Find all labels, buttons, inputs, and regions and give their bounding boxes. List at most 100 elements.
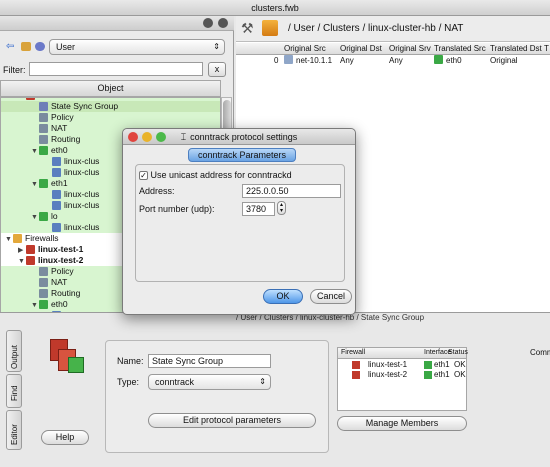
- tab-conntrack-parameters[interactable]: conntrack Parameters: [188, 148, 296, 162]
- select-arrows-icon: ⇕: [213, 42, 220, 51]
- port-stepper[interactable]: ▴ ▾: [277, 201, 286, 215]
- tree-row-label: eth1: [51, 178, 68, 188]
- unicast-option[interactable]: ✓ Use unicast address for conntrackd: [139, 170, 292, 181]
- members-header: Firewall Interface Status: [338, 348, 468, 359]
- tree-column-header[interactable]: Object: [0, 80, 221, 97]
- user-library-icon: [35, 42, 45, 51]
- tree-row-label: NAT: [51, 123, 68, 133]
- comment-label: Comm: [530, 348, 550, 357]
- rule-translated-dst[interactable]: Original: [490, 55, 518, 67]
- tab-find[interactable]: Find: [6, 374, 22, 408]
- back-arrow-icon[interactable]: ⇦: [6, 41, 14, 52]
- library-select-value: User: [56, 42, 76, 52]
- type-label: Type:: [117, 377, 140, 387]
- tree-row-label: Routing: [51, 288, 81, 298]
- tab-output[interactable]: Output: [6, 330, 22, 372]
- filter-clear-button[interactable]: x: [208, 62, 226, 77]
- firewall-icon: [26, 256, 35, 266]
- filter-label: Filter:: [3, 65, 26, 75]
- col-translated-dst[interactable]: Translated Dst: [490, 43, 542, 55]
- rule-original-dst[interactable]: Any: [340, 55, 354, 67]
- tree-row-label: lo: [51, 211, 58, 221]
- help-button[interactable]: Help: [41, 430, 89, 445]
- col-status[interactable]: Status: [448, 349, 468, 356]
- conntrack-settings-dialog: ⌶ conntrack protocol settings conntrack P…: [122, 128, 356, 315]
- col-original-srv[interactable]: Original Srv: [389, 43, 431, 55]
- rule-original-srv[interactable]: Any: [389, 55, 403, 67]
- group-icon: [39, 102, 48, 112]
- parameters-group: ✓ Use unicast address for conntrackd Add…: [135, 164, 345, 282]
- col-translated-src[interactable]: Translated Src: [434, 43, 486, 55]
- tree-row-label: linux-clus: [64, 167, 100, 177]
- app-icon: ⌶: [180, 132, 187, 142]
- object-editor: Name: State Sync Group Type: conntrack ⇕…: [105, 340, 329, 453]
- folder-icon: [13, 234, 22, 244]
- cancel-button[interactable]: Cancel: [310, 289, 352, 304]
- member-firewall: linux-test-2: [368, 370, 408, 379]
- col-firewall[interactable]: Firewall: [341, 349, 365, 356]
- port-input[interactable]: 3780: [242, 202, 275, 216]
- members-table[interactable]: Firewall Interface Status linux-test-1 e…: [337, 347, 468, 411]
- member-interface: eth1: [434, 370, 450, 379]
- col-original-src[interactable]: Original Src: [284, 43, 326, 55]
- filter-row: Filter: x: [0, 62, 234, 78]
- iface-icon: [39, 300, 48, 310]
- library-select[interactable]: User ⇕: [49, 39, 225, 55]
- col-original-dst[interactable]: Original Dst: [340, 43, 382, 55]
- dialog-title: conntrack protocol settings: [190, 132, 298, 142]
- tree-pane-header: [0, 16, 234, 31]
- tree-row-label: eth0: [51, 145, 68, 155]
- firewall-icon: [352, 361, 360, 369]
- select-arrows-icon: ⇕: [259, 377, 266, 386]
- policy-icon: [39, 278, 48, 288]
- tab-editor[interactable]: Editor: [6, 410, 22, 450]
- nat-table-header: Original Src Original Dst Original Srv T…: [236, 43, 550, 55]
- nat-rule-row[interactable]: 0 net-10.1.1 Any Any eth0 Original: [236, 55, 550, 67]
- tree-row-label: Policy: [51, 112, 74, 122]
- rule-translated-src[interactable]: eth0: [446, 55, 462, 67]
- addr-icon: [52, 223, 61, 233]
- tree-row-label: Policy: [51, 266, 74, 276]
- interface-icon: [424, 361, 432, 369]
- tree-row[interactable]: Policy: [1, 112, 220, 123]
- policy-icon: [39, 124, 48, 134]
- window-title: clusters.fwb: [251, 3, 299, 13]
- member-row[interactable]: linux-test-2 eth1 OK: [338, 370, 466, 380]
- close-pane-icon[interactable]: [218, 18, 228, 28]
- type-select[interactable]: conntrack ⇕: [148, 374, 271, 390]
- interface-icon: [424, 371, 432, 379]
- tree-row-label: eth0: [51, 299, 68, 309]
- cluster-icon: [26, 98, 35, 101]
- member-row[interactable]: linux-test-1 eth1 OK: [338, 360, 466, 370]
- tree-row-label: NAT: [51, 277, 68, 287]
- edit-protocol-parameters-button[interactable]: Edit protocol parameters: [148, 413, 316, 428]
- float-pane-icon[interactable]: [203, 18, 213, 28]
- zoom-icon[interactable]: [156, 132, 166, 142]
- tree-row-label: linux-cluster-hb: [38, 98, 102, 100]
- library-icon: [21, 42, 31, 51]
- minimize-icon[interactable]: [142, 132, 152, 142]
- window-titlebar: clusters.fwb: [0, 0, 550, 16]
- ok-button[interactable]: OK: [263, 289, 303, 304]
- member-firewall: linux-test-1: [368, 360, 408, 369]
- filter-input[interactable]: [29, 62, 203, 76]
- hammer-icon[interactable]: ⚒: [241, 20, 257, 36]
- addr-icon: [52, 190, 61, 200]
- tree-row-label: linux-clus: [64, 156, 100, 166]
- manage-members-button[interactable]: Manage Members: [337, 416, 467, 431]
- tree-row-label: Routing: [51, 134, 81, 144]
- close-icon[interactable]: [128, 132, 138, 142]
- addr-icon: [52, 201, 61, 211]
- unicast-checkbox[interactable]: ✓: [139, 171, 148, 181]
- install-icon[interactable]: [262, 20, 278, 36]
- rule-original-src[interactable]: net-10.1.1: [296, 55, 332, 67]
- address-input[interactable]: 225.0.0.50: [242, 184, 341, 198]
- name-input[interactable]: State Sync Group: [148, 354, 271, 368]
- tree-row[interactable]: State Sync Group: [1, 101, 220, 112]
- col-truncated[interactable]: T: [544, 43, 549, 55]
- tree-row-label: State Sync Group: [51, 101, 119, 111]
- port-label: Port number (udp):: [139, 204, 215, 214]
- library-bar: ⇦ User ⇕: [3, 38, 231, 56]
- firewall-icon: [26, 245, 35, 255]
- unicast-label: Use unicast address for conntrackd: [150, 170, 292, 180]
